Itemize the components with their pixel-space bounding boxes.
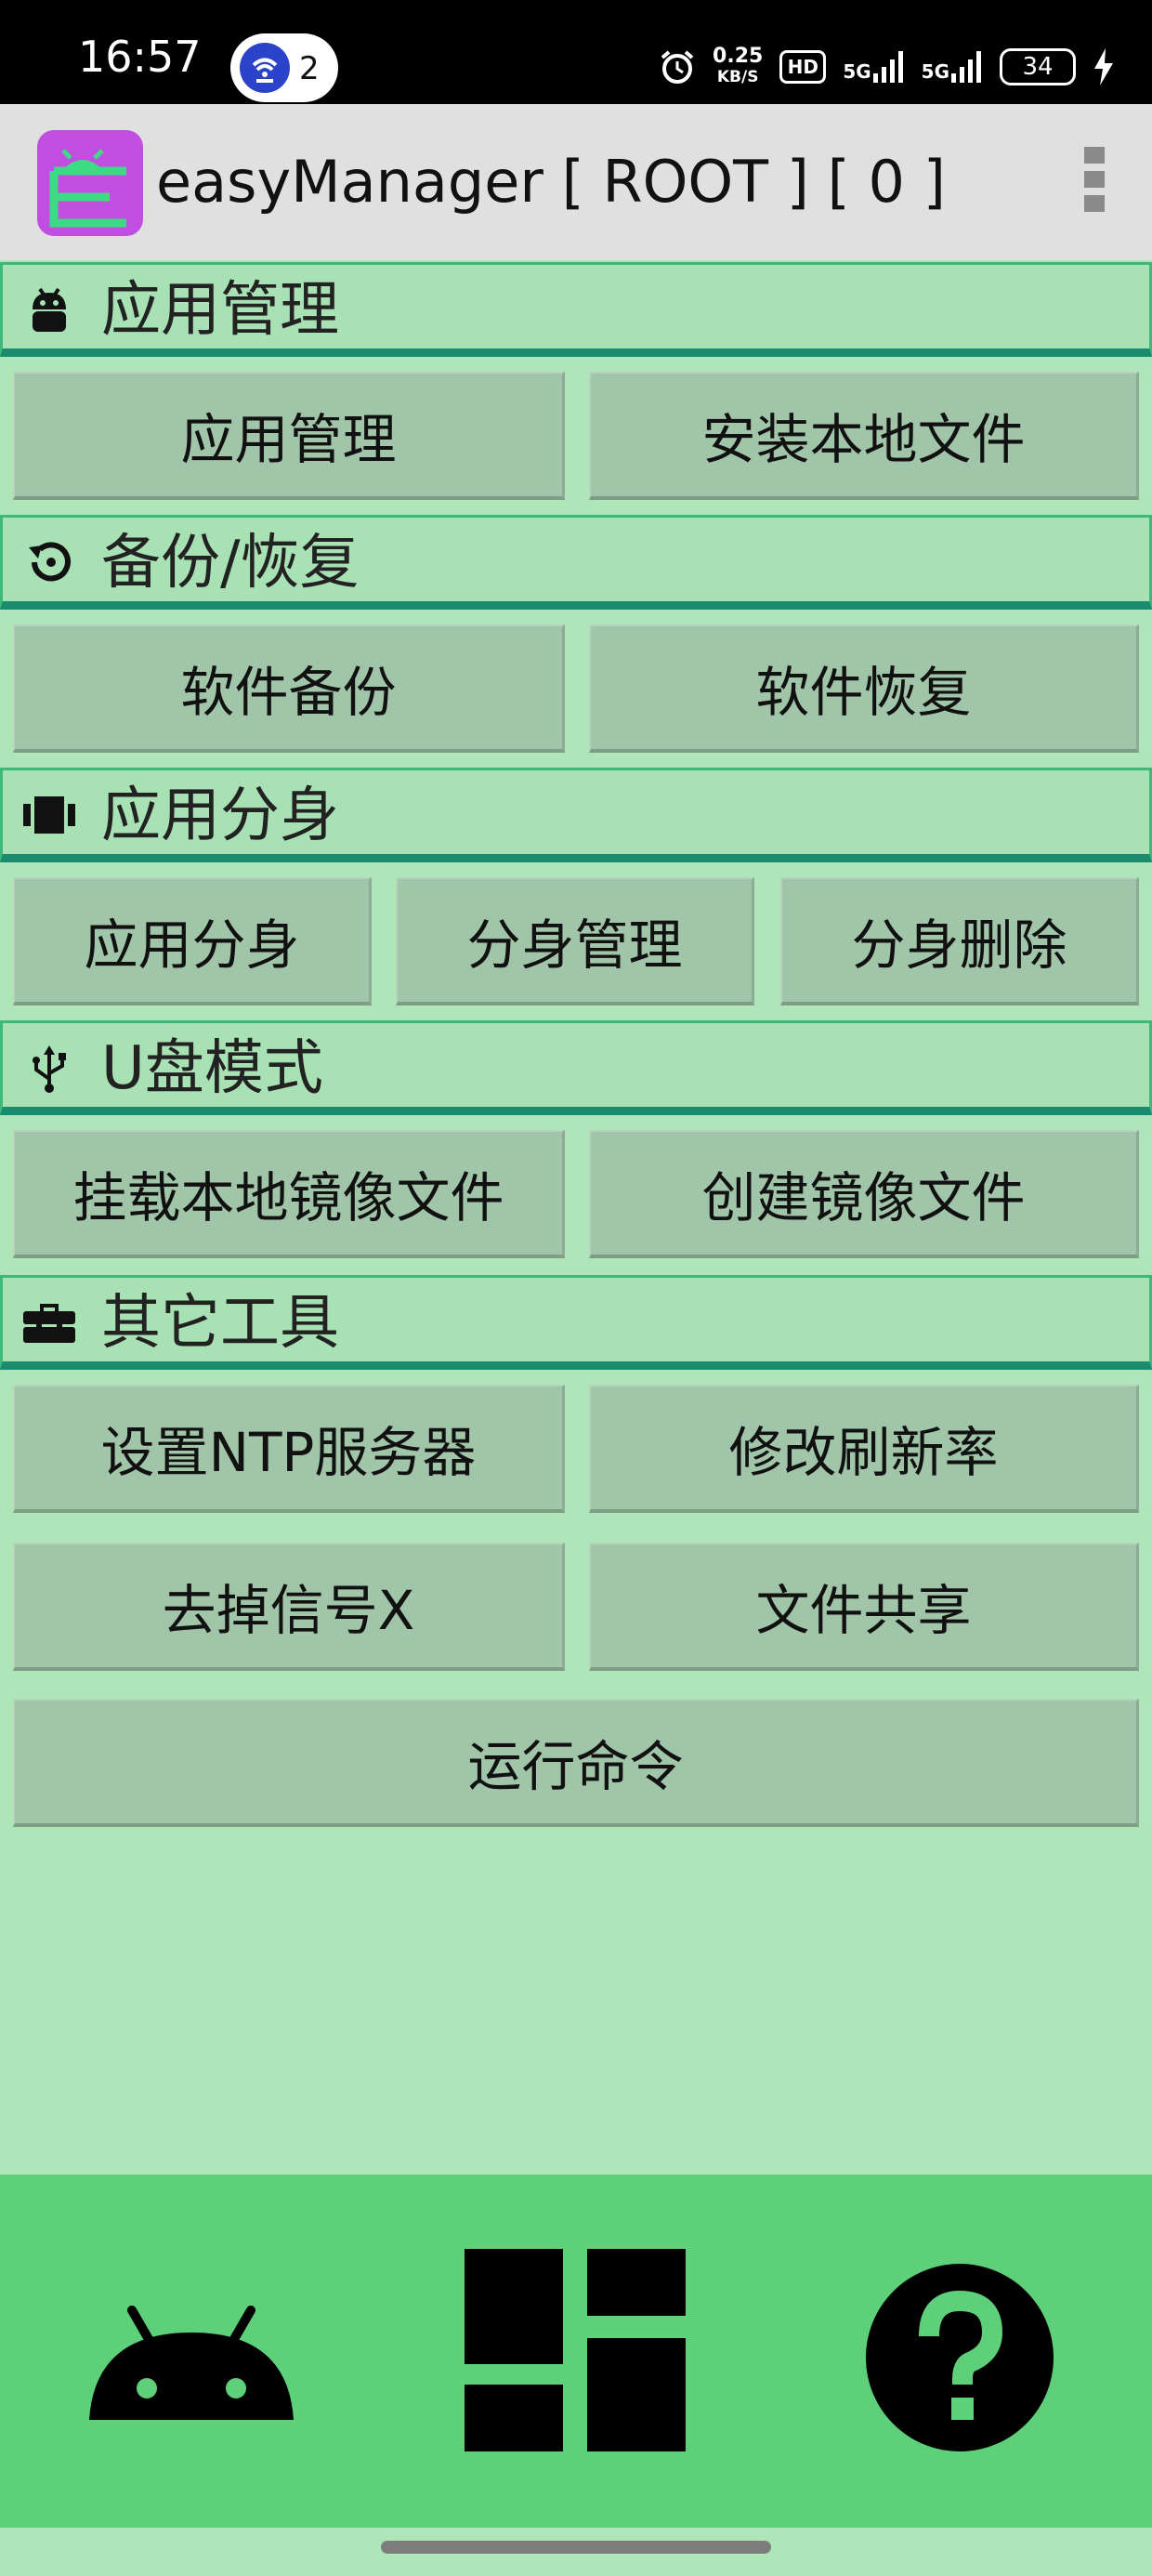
usb-icon	[33, 1045, 66, 1093]
net-speed: 0.25 KB/S	[713, 46, 763, 87]
section-title: U盘模式	[101, 1034, 323, 1103]
net-speed-value: 0.25	[713, 45, 764, 68]
overflow-dot-icon	[1084, 147, 1105, 164]
section-title: 备份/恢复	[101, 529, 360, 598]
set-ntp-server-button[interactable]: 设置NTP服务器	[13, 1385, 565, 1513]
home-indicator[interactable]	[381, 2541, 771, 2554]
alarm-icon	[661, 50, 694, 84]
overflow-menu-button[interactable]	[1076, 147, 1113, 221]
charging-icon	[1094, 48, 1113, 85]
app-clone-button[interactable]: 应用分身	[13, 877, 372, 1005]
run-command-button[interactable]: 运行命令	[13, 1699, 1139, 1827]
toolbox-icon	[23, 1304, 75, 1343]
file-share-button[interactable]: 文件共享	[589, 1543, 1139, 1671]
bottom-navigation	[0, 2175, 1152, 2528]
nav-apps-button[interactable]	[89, 2305, 294, 2425]
overflow-dot-icon	[1084, 171, 1105, 188]
section-header-backup-restore: 备份/恢复	[0, 515, 1152, 610]
hd-voice-icon: HD	[779, 50, 827, 84]
hotspot-indicator[interactable]: 2	[230, 33, 338, 102]
clone-delete-button[interactable]: 分身删除	[780, 877, 1139, 1005]
signal-icon-1: 5G	[843, 51, 904, 83]
signal-bars-2-icon	[951, 51, 981, 83]
battery-indicator: 34	[1000, 48, 1076, 85]
app-manage-button[interactable]: 应用管理	[13, 372, 565, 500]
android-icon	[33, 287, 66, 332]
signal-icon-2: 5G	[922, 51, 983, 83]
app-title: easyManager [ ROOT ] [ 0 ]	[156, 148, 946, 216]
signal-bars-1-icon	[872, 51, 903, 83]
app-bar: easyManager [ ROOT ] [ 0 ]	[0, 104, 1152, 260]
section-header-other-tools: 其它工具	[0, 1275, 1152, 1370]
change-refresh-rate-button[interactable]: 修改刷新率	[589, 1385, 1139, 1513]
create-image-file-button[interactable]: 创建镜像文件	[589, 1130, 1139, 1258]
nav-dashboard-button[interactable]	[465, 2249, 686, 2451]
mount-local-image-button[interactable]: 挂载本地镜像文件	[13, 1130, 565, 1258]
section-title: 应用分身	[101, 782, 339, 850]
software-backup-button[interactable]: 软件备份	[13, 624, 565, 753]
signal-1-label: 5G	[843, 60, 871, 83]
dashboard-icon	[465, 2249, 686, 2451]
install-local-file-button[interactable]: 安装本地文件	[589, 372, 1139, 500]
status-icons: 0.25 KB/S HD 5G 5G 34	[659, 41, 1115, 93]
clone-manage-button[interactable]: 分身管理	[396, 877, 754, 1005]
app-logo	[37, 130, 143, 236]
net-speed-unit: KB/S	[716, 68, 759, 86]
status-bar: 16:57 2 0.25 KB/S HD 5G 5G 34	[0, 0, 1152, 104]
clone-icon	[23, 796, 75, 834]
restore-icon	[29, 542, 71, 582]
remove-signal-x-button[interactable]: 去掉信号X	[13, 1543, 565, 1671]
overflow-dot-icon	[1084, 195, 1105, 212]
status-time: 16:57	[78, 32, 202, 82]
android-icon	[89, 2306, 294, 2420]
section-title: 其它工具	[101, 1289, 339, 1358]
section-title: 应用管理	[101, 276, 339, 345]
hotspot-count: 2	[299, 50, 320, 87]
section-header-app-manage: 应用管理	[0, 262, 1152, 357]
section-header-usb-mode: U盘模式	[0, 1020, 1152, 1115]
section-header-app-clone: 应用分身	[0, 768, 1152, 862]
software-restore-button[interactable]: 软件恢复	[589, 624, 1139, 753]
help-icon	[866, 2264, 1054, 2451]
hotspot-icon	[240, 43, 290, 93]
nav-help-button[interactable]	[866, 2264, 1054, 2451]
signal-2-label: 5G	[921, 60, 949, 83]
